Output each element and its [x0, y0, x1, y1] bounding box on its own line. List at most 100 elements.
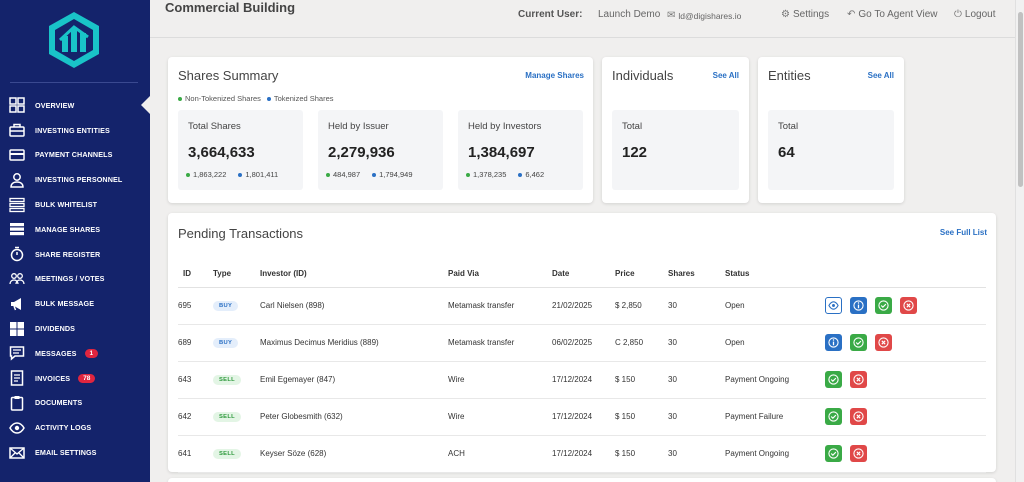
agent-view-link[interactable]: ↶ Go To Agent View [847, 9, 938, 20]
sidebar-item-email-settings[interactable]: EMAIL SETTINGS [0, 440, 150, 465]
table-row[interactable]: 695 BUY Carl Nielsen (898) Metamask transfe… [178, 287, 986, 325]
info-button[interactable] [825, 334, 842, 351]
table-row[interactable]: 642 SELL Peter Globesmith (632) Wire 17/12/2… [178, 398, 986, 436]
approve-button[interactable] [825, 445, 842, 462]
cell-status: Payment Failure [725, 398, 825, 436]
pending-transactions-card: Pending Transactions See Full List ID Typ… [168, 213, 996, 473]
row-actions [825, 297, 986, 314]
check-icon [853, 337, 864, 348]
stopwatch-icon [8, 245, 26, 263]
close-icon [903, 300, 914, 311]
cell-investor: Carl Nielsen (898) [260, 287, 448, 325]
cell-id: 689 [178, 324, 213, 362]
sidebar-item-manage-shares[interactable]: MANAGE SHARES [0, 217, 150, 242]
table-row[interactable]: 641 SELL Keyser Söze (628) ACH 17/12/2024 $ 1… [178, 435, 986, 473]
sidebar-item-activity-logs[interactable]: ACTIVITY LOGS [0, 415, 150, 440]
reject-button[interactable] [850, 408, 867, 425]
brand-logo[interactable] [44, 10, 104, 70]
entities-total-label: Total [778, 121, 799, 132]
eye-icon [828, 301, 839, 310]
sidebar-item-investing-entities[interactable]: INVESTING ENTITIES [0, 118, 150, 143]
close-icon [853, 411, 864, 422]
shares-stat: Total Shares 3,664,633 1,863,222 1,801,411 [178, 110, 303, 190]
check-icon [828, 448, 839, 459]
sidebar-item-label: PAYMENT CHANNELS [35, 150, 113, 160]
cell-date: 06/02/2025 [552, 324, 615, 362]
cell-type: BUY [213, 324, 260, 362]
sidebar-item-label: INVESTING PERSONNEL [35, 175, 123, 185]
briefcase-icon [8, 121, 26, 139]
shares-summary-card: Shares Summary Manage Shares Non-Tokeniz… [168, 57, 593, 203]
sidebar-item-meetings-votes[interactable]: MEETINGS / VOTES [0, 267, 150, 292]
sidebar-item-bulk-message[interactable]: BULK MESSAGE [0, 291, 150, 316]
approve-button[interactable] [825, 371, 842, 388]
cell-paid-via: Metamask transfer [448, 324, 552, 362]
sidebar-item-bulk-whitelist[interactable]: BULK WHITELIST [0, 192, 150, 217]
row-actions [825, 408, 986, 425]
pending-transactions-title: Pending Transactions [178, 226, 304, 241]
sidebar-item-label: DIVIDENDS [35, 324, 76, 334]
header-divider [150, 37, 1015, 38]
mail-icon: ✉ [667, 10, 676, 21]
tiles-icon [8, 320, 26, 338]
megaphone-icon [8, 295, 26, 313]
cell-price: $ 150 [615, 398, 668, 436]
user-email-text: ld@digishares.io [678, 10, 742, 21]
cell-investor: Emil Egemayer (847) [260, 361, 448, 399]
approve-button[interactable] [825, 408, 842, 425]
entities-total-value: 64 [778, 144, 795, 161]
row-actions [825, 445, 986, 462]
sidebar-item-share-register[interactable]: SHARE REGISTER [0, 242, 150, 267]
page-scrollbar[interactable] [1015, 0, 1024, 482]
count-badge: 1 [84, 348, 99, 358]
reject-button[interactable] [900, 297, 917, 314]
column-header: Price [615, 261, 668, 288]
next-card-edge [168, 478, 996, 482]
current-user-name: Launch Demo [598, 9, 661, 20]
stat-value: 1,384,697 [468, 144, 535, 161]
tokenized-value: 1,801,411 [238, 170, 278, 179]
entities-see-all-link[interactable]: See All [868, 71, 894, 80]
sidebar-item-documents[interactable]: DOCUMENTS [0, 391, 150, 416]
logout-link[interactable]: ⏻ Logout [954, 9, 996, 20]
individuals-see-all-link[interactable]: See All [713, 71, 739, 80]
sidebar-item-invoices[interactable]: INVOICES 78 [0, 366, 150, 391]
individuals-card: Individuals See All Total 122 [602, 57, 749, 203]
cell-actions [825, 324, 986, 362]
sidebar-item-investing-personnel[interactable]: INVESTING PERSONNEL [0, 167, 150, 192]
sidebar-item-messages[interactable]: MESSAGES 1 [0, 341, 150, 366]
legend-tokenized: Tokenized Shares [266, 94, 334, 103]
reject-button[interactable] [850, 371, 867, 388]
view-button[interactable] [825, 297, 842, 314]
table-row[interactable]: 643 SELL Emil Egemayer (847) Wire 17/12/2024… [178, 361, 986, 399]
sidebar-item-label: INVESTING ENTITIES [35, 125, 110, 135]
sidebar-item-label: INVOICES [35, 373, 71, 383]
cell-id: 695 [178, 287, 213, 325]
sidebar-item-dividends[interactable]: DIVIDENDS [0, 316, 150, 341]
non-tokenized-value: 484,987 [326, 170, 360, 179]
sidebar-item-overview[interactable]: OVERVIEW [0, 93, 150, 118]
cell-paid-via: Wire [448, 361, 552, 399]
scrollbar-thumb[interactable] [1018, 12, 1023, 187]
approve-button[interactable] [875, 297, 892, 314]
non-tokenized-value: 1,378,235 [466, 170, 506, 179]
reject-button[interactable] [850, 445, 867, 462]
reject-button[interactable] [875, 334, 892, 351]
see-full-list-link[interactable]: See Full List [940, 228, 987, 237]
column-header: Status [725, 261, 825, 288]
sidebar-item-label: MEETINGS / VOTES [35, 274, 105, 284]
close-icon [878, 337, 889, 348]
sidebar: OVERVIEW INVESTING ENTITIES PAYMENT CHANNE… [0, 0, 150, 482]
type-badge: BUY [213, 338, 239, 348]
table-row[interactable]: 689 BUY Maximus Decimus Meridius (889) Meta… [178, 324, 986, 362]
row-actions [825, 334, 986, 351]
manage-shares-link[interactable]: Manage Shares [525, 71, 584, 80]
info-button[interactable] [850, 297, 867, 314]
clipboard-icon [8, 394, 26, 412]
sidebar-item-payment-channels[interactable]: PAYMENT CHANNELS [0, 143, 150, 168]
tokenized-value: 1,794,949 [372, 170, 413, 179]
settings-link[interactable]: ⚙ Settings [781, 9, 829, 20]
shares-legend: Non-Tokenized Shares Tokenized Shares [178, 94, 334, 103]
approve-button[interactable] [850, 334, 867, 351]
sidebar-item-label: OVERVIEW [35, 100, 75, 110]
